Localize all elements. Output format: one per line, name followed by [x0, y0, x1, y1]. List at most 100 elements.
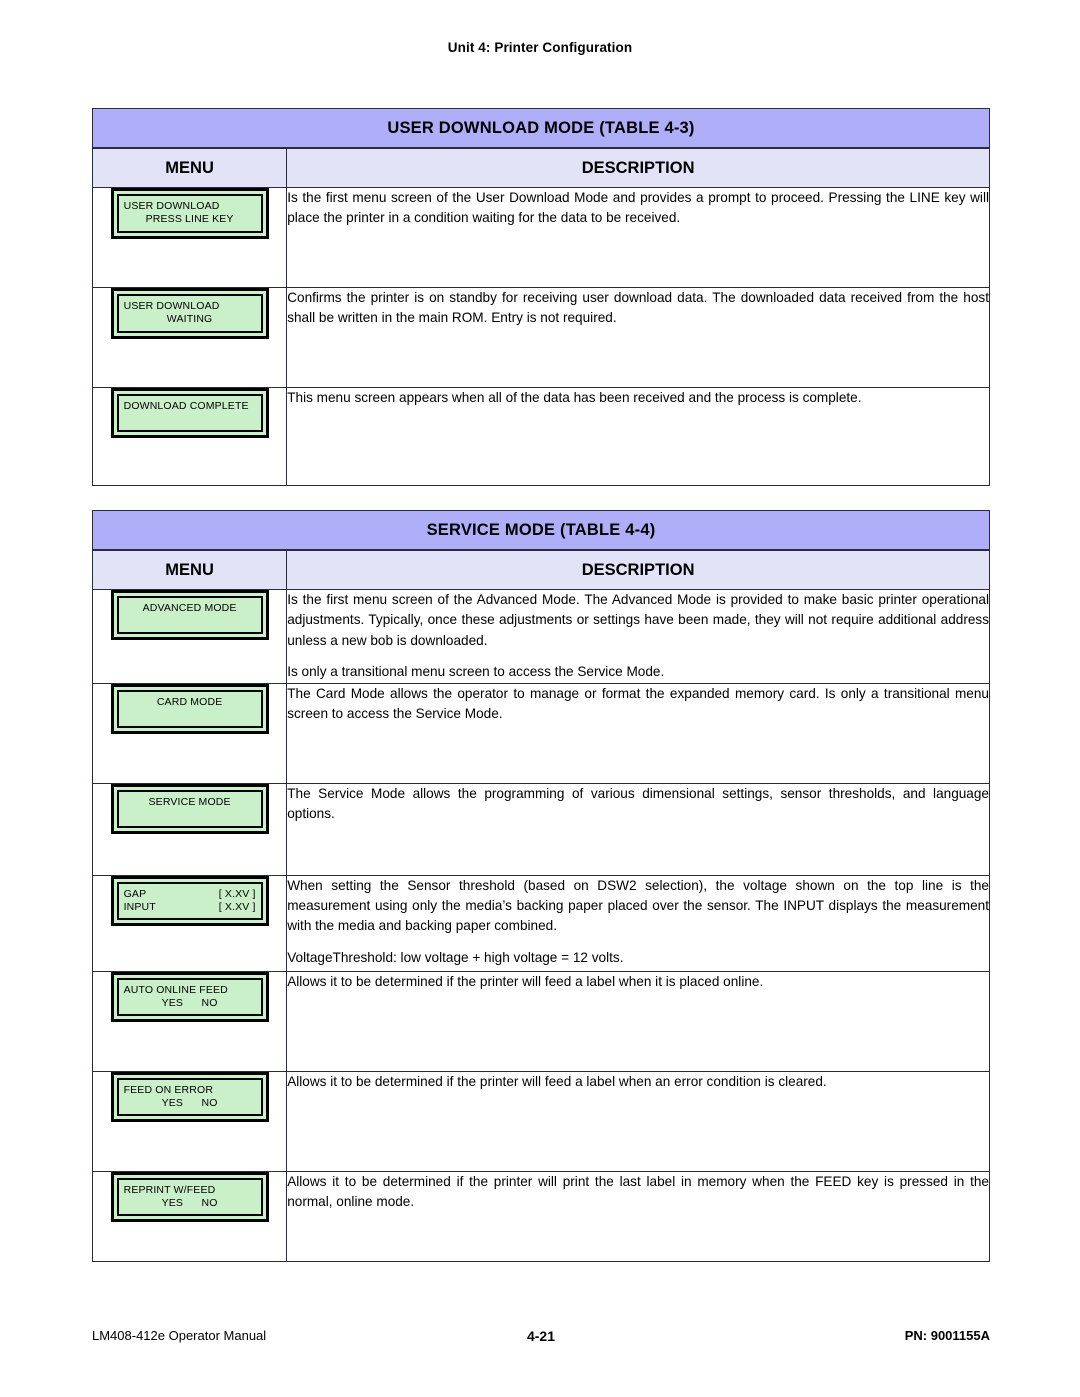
- page-footer: 4-21 LM408-412e Operator Manual PN: 9001…: [92, 1328, 990, 1346]
- column-header-description: DESCRIPTION: [286, 549, 990, 590]
- menu-cell: AUTO ONLINE FEED YES NO: [91, 970, 288, 1072]
- menu-cell: CARD MODE: [91, 682, 288, 784]
- description-cell: Allows it to be determined if the printe…: [286, 1170, 990, 1262]
- description-cell: The Service Mode allows the programming …: [286, 782, 990, 876]
- description-cell: Confirms the printer is on standby for r…: [286, 287, 990, 388]
- lcd-screen: USER DOWNLOAD WAITING: [116, 294, 263, 333]
- lcd-line: YES NO: [161, 997, 218, 1009]
- description-paragraph: This menu screen appears when all of the…: [287, 390, 862, 405]
- lcd-display: DOWNLOAD COMPLETE: [110, 388, 269, 438]
- description-cell: This menu screen appears when all of the…: [286, 387, 990, 486]
- table-row: FEED ON ERROR YES NO Allows it to be deter…: [91, 1070, 990, 1172]
- table-row: DOWNLOAD COMPLETE This menu screen appear…: [91, 387, 990, 486]
- description-paragraph: VoltageThreshold: low voltage + high vol…: [287, 949, 624, 965]
- lcd-line: CARD MODE: [156, 695, 223, 708]
- lcd-screen: GAP [ X.XV ] INPUT [ X.XV ]: [116, 881, 263, 921]
- lcd-display: SERVICE MODE: [110, 783, 269, 834]
- lcd-screen: FEED ON ERROR YES NO: [116, 1077, 263, 1117]
- description-paragraph: Confirms the printer is on standby for r…: [287, 290, 989, 326]
- lcd-line: FEED ON ERROR: [123, 1083, 214, 1096]
- lcd-display: FEED ON ERROR YES NO: [110, 1071, 269, 1123]
- description-paragraph: Is the first menu screen of the User Dow…: [287, 190, 989, 226]
- menu-cell: USER DOWNLOAD PRESS LINE KEY: [91, 187, 288, 288]
- lcd-screen: USER DOWNLOAD PRESS LINE KEY: [116, 194, 263, 233]
- table-row: USER DOWNLOAD WAITING Confirms the printer…: [91, 287, 990, 388]
- description-cell: Allows it to be determined if the printe…: [286, 1070, 990, 1172]
- lcd-line: PRESS LINE KEY: [145, 213, 234, 226]
- lcd-line-label: INPUT: [123, 901, 156, 913]
- description-paragraph: Allows it to be determined if the printe…: [287, 1173, 989, 1209]
- lcd-display: CARD MODE: [110, 683, 269, 734]
- description-paragraph: Allows it to be determined if the printe…: [287, 973, 764, 989]
- table-row: GAP [ X.XV ] INPUT [ X.XV ] When setting the…: [91, 874, 990, 972]
- lcd-line: AUTO ONLINE FEED: [123, 983, 228, 996]
- lcd-screen: AUTO ONLINE FEED YES NO: [116, 977, 263, 1017]
- lcd-line: WAITING: [166, 313, 213, 326]
- document-page: Unit 4: Printer Configuration USER DOWNL…: [0, 0, 1080, 1397]
- table-row: SERVICE MODE The Service Mode allows the …: [91, 782, 990, 876]
- lcd-line: YES NO: [161, 1197, 218, 1209]
- description-cell: Is the first menu screen of the User Dow…: [286, 187, 990, 288]
- footer-manual-title: LM408-412e Operator Manual: [92, 1328, 267, 1343]
- table-body-1: SERVICE MODE (TABLE 4-4) MENU DESCRIPTION A…: [91, 510, 990, 1262]
- service-mode-table: SERVICE MODE (TABLE 4-4) MENU DESCRIPTION A…: [91, 510, 990, 1262]
- description-paragraph: The Card Mode allows the operator to man…: [287, 685, 989, 721]
- lcd-screen: DOWNLOAD COMPLETE: [116, 394, 263, 432]
- description-cell: Is the first menu screen of the Advanced…: [286, 589, 990, 684]
- lcd-line: SERVICE MODE: [148, 795, 231, 808]
- lcd-line-value: [ X.XV ]: [218, 901, 256, 913]
- menu-cell: GAP [ X.XV ] INPUT [ X.XV ]: [91, 874, 288, 972]
- lcd-line: DOWNLOAD COMPLETE: [123, 400, 249, 412]
- running-head: Unit 4: Printer Configuration: [447, 40, 633, 55]
- lcd-line-value: [ X.XV ]: [218, 887, 256, 900]
- table-header-row: MENU DESCRIPTION: [91, 549, 990, 590]
- menu-cell: USER DOWNLOAD WAITING: [91, 287, 288, 388]
- menu-cell: REPRINT W/FEED YES NO: [91, 1170, 288, 1262]
- lcd-screen: REPRINT W/FEED YES NO: [116, 1177, 263, 1217]
- lcd-screen: ADVANCED MODE: [116, 596, 263, 634]
- lcd-line: USER DOWNLOAD: [123, 300, 220, 312]
- table-header-row: MENU DESCRIPTION: [91, 147, 990, 188]
- lcd-display: REPRINT W/FEED YES NO: [110, 1171, 269, 1223]
- table-title: SERVICE MODE (TABLE 4-4): [92, 510, 990, 551]
- menu-cell: FEED ON ERROR YES NO: [91, 1070, 288, 1172]
- lcd-display: ADVANCED MODE: [110, 590, 269, 640]
- column-header-menu: MENU: [91, 147, 288, 188]
- table-title-row: SERVICE MODE (TABLE 4-4): [92, 510, 990, 551]
- description-cell: The Card Mode allows the operator to man…: [286, 682, 990, 784]
- description-cell: When setting the Sensor threshold (based…: [286, 874, 990, 972]
- lcd-line: REPRINT W/FEED: [123, 1183, 216, 1196]
- user-download-mode-table: USER DOWNLOAD MODE (TABLE 4-3) MENU DESCRI…: [91, 108, 990, 486]
- menu-cell: ADVANCED MODE: [91, 589, 288, 684]
- lcd-screen: SERVICE MODE: [116, 789, 263, 828]
- lcd-line: USER DOWNLOAD: [123, 200, 220, 212]
- footer-part-number: PN: 9001155A: [904, 1328, 990, 1343]
- table-row: CARD MODE The Card Mode allows the operat…: [91, 682, 990, 784]
- table-body-0: USER DOWNLOAD MODE (TABLE 4-3) MENU DESCRI…: [91, 108, 990, 486]
- description-paragraph: Allows it to be determined if the printe…: [287, 1073, 827, 1089]
- description-paragraph: The Service Mode allows the programming …: [287, 785, 989, 821]
- description-cell: Allows it to be determined if the printe…: [286, 970, 990, 1072]
- table-row: USER DOWNLOAD PRESS LINE KEY Is the first …: [91, 187, 990, 288]
- column-header-description: DESCRIPTION: [286, 147, 990, 188]
- table-title: USER DOWNLOAD MODE (TABLE 4-3): [92, 108, 990, 149]
- description-paragraph: When setting the Sensor threshold (based…: [287, 877, 989, 934]
- menu-cell: SERVICE MODE: [91, 782, 288, 876]
- description-paragraph: Is only a transitional menu screen to ac…: [287, 664, 665, 680]
- lcd-display: AUTO ONLINE FEED YES NO: [110, 971, 269, 1023]
- table-row: ADVANCED MODE Is the first menu screen of…: [91, 589, 990, 684]
- table-row: REPRINT W/FEED YES NO Allows it to be dete…: [91, 1170, 990, 1262]
- lcd-display: USER DOWNLOAD WAITING: [110, 288, 269, 339]
- lcd-line: INPUT [ X.XV ]: [124, 901, 256, 914]
- lcd-line-label: GAP: [123, 887, 147, 900]
- description-paragraph: Is the first menu screen of the Advanced…: [287, 592, 989, 648]
- lcd-line: ADVANCED MODE: [142, 602, 237, 614]
- table-title-row: USER DOWNLOAD MODE (TABLE 4-3): [92, 108, 990, 149]
- lcd-display: USER DOWNLOAD PRESS LINE KEY: [110, 188, 269, 239]
- lcd-screen: CARD MODE: [116, 689, 263, 728]
- lcd-display: GAP [ X.XV ] INPUT [ X.XV ]: [110, 875, 269, 927]
- column-header-menu: MENU: [91, 549, 288, 590]
- lcd-line: YES NO: [161, 1097, 218, 1109]
- lcd-line: GAP [ X.XV ]: [124, 888, 256, 901]
- table-row: AUTO ONLINE FEED YES NO Allows it to be de…: [91, 970, 990, 1072]
